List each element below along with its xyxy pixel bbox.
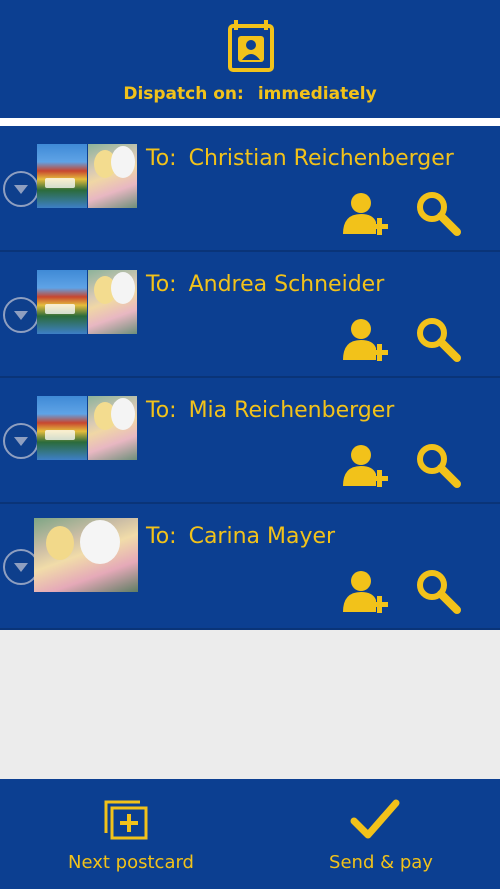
recipient-name: Carina Mayer (188, 524, 336, 549)
add-contact-icon[interactable] (343, 570, 391, 614)
postcard-thumbnails[interactable] (34, 518, 138, 592)
add-contact-icon[interactable] (343, 444, 391, 488)
chevron-down-icon (14, 185, 28, 194)
park-photo (37, 270, 87, 334)
recipient-name: Andrea Schneider (188, 272, 385, 297)
dispatch-value[interactable]: immediately (258, 84, 377, 104)
send-and-pay-button[interactable]: Send & pay (250, 779, 500, 889)
add-postcard-icon (104, 800, 148, 840)
search-icon[interactable] (415, 442, 461, 488)
to-label: To: (146, 398, 177, 423)
footer-bar: Next postcard Send & pay (0, 779, 500, 889)
postcard-thumbnails[interactable] (37, 270, 137, 334)
person-mascot-photo (34, 518, 138, 592)
next-postcard-label: Next postcard (68, 852, 194, 873)
add-contact-icon[interactable] (343, 318, 391, 362)
person-mascot-photo (87, 270, 137, 334)
recipient-row[interactable]: To: Mia Reichenberger (0, 378, 500, 504)
park-photo (37, 144, 87, 208)
dispatch-info[interactable]: Dispatch on: immediately (0, 84, 500, 104)
recipient-line: To: Mia Reichenberger (146, 398, 394, 423)
to-label: To: (146, 146, 177, 171)
expand-button[interactable] (3, 423, 39, 459)
expand-button[interactable] (3, 297, 39, 333)
chevron-down-icon (14, 563, 28, 572)
chevron-down-icon (14, 437, 28, 446)
chevron-down-icon (14, 311, 28, 320)
next-postcard-button[interactable]: Next postcard (0, 779, 250, 889)
send-and-pay-label: Send & pay (329, 852, 433, 873)
to-label: To: (146, 524, 177, 549)
postcard-thumbnails[interactable] (37, 144, 137, 208)
header: Dispatch on: immediately (0, 0, 500, 118)
recipient-line: To: Carina Mayer (146, 524, 335, 549)
calendar-contact-icon[interactable] (228, 20, 274, 72)
person-mascot-photo (87, 144, 137, 208)
recipient-line: To: Christian Reichenberger (146, 146, 454, 171)
checkmark-icon (350, 799, 400, 839)
expand-button[interactable] (3, 171, 39, 207)
recipient-row[interactable]: To: Andrea Schneider (0, 252, 500, 378)
search-icon[interactable] (415, 316, 461, 362)
postcard-thumbnails[interactable] (37, 396, 137, 460)
recipient-line: To: Andrea Schneider (146, 272, 384, 297)
park-photo (37, 396, 87, 460)
search-icon[interactable] (415, 190, 461, 236)
recipient-row[interactable]: To: Carina Mayer (0, 504, 500, 630)
recipient-name: Mia Reichenberger (188, 398, 395, 423)
person-mascot-photo (87, 396, 137, 460)
search-icon[interactable] (415, 568, 461, 614)
recipient-list: To: Christian Reichenberger To: Andrea Sch… (0, 126, 500, 630)
separator (0, 118, 500, 126)
to-label: To: (146, 272, 177, 297)
dispatch-label: Dispatch on: (123, 84, 244, 104)
add-contact-icon[interactable] (343, 192, 391, 236)
recipient-name: Christian Reichenberger (188, 146, 454, 171)
recipient-row[interactable]: To: Christian Reichenberger (0, 126, 500, 252)
